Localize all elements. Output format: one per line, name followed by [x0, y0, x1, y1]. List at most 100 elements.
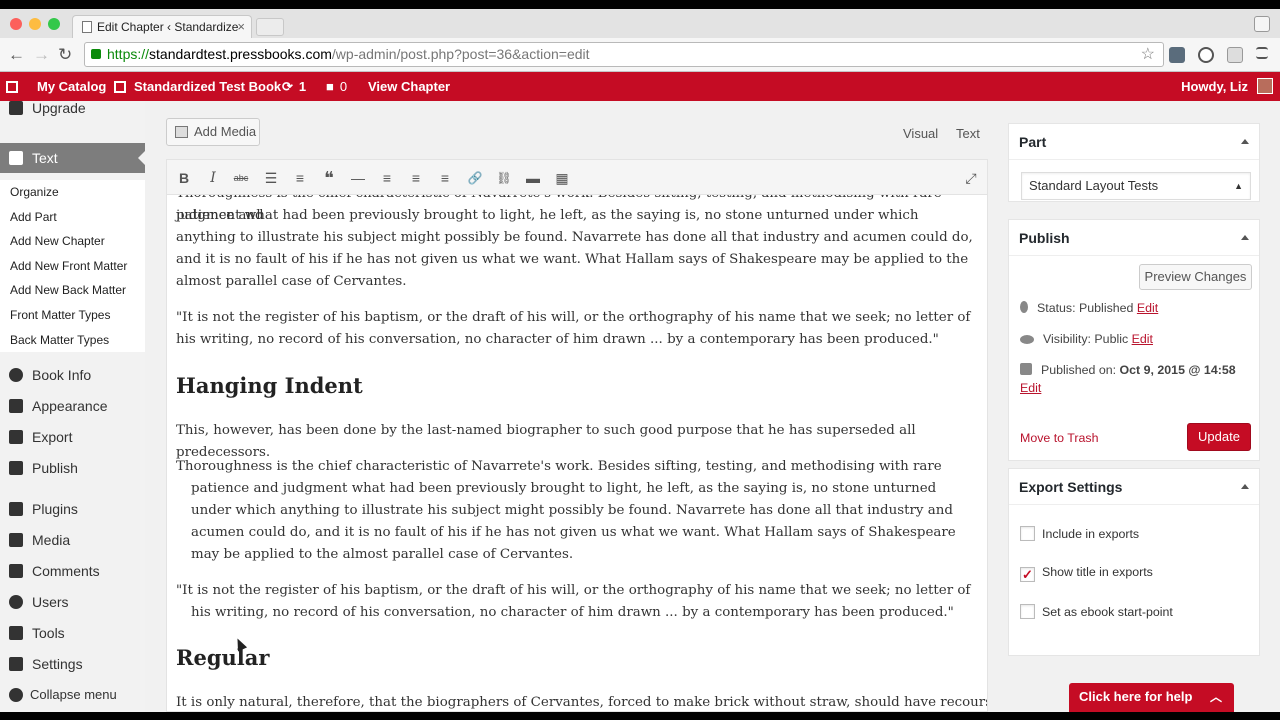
comment-icon: ■	[326, 79, 334, 94]
paragraph: judgment what had been previously brough…	[176, 208, 973, 289]
fullscreen-icon[interactable]: ⤢	[961, 168, 981, 188]
sidebar-item-comments[interactable]: Comments	[0, 556, 145, 586]
wp-logo-icon[interactable]	[6, 72, 26, 101]
editor-content[interactable]: Thoroughness is the chief characteristic…	[166, 195, 988, 712]
add-media-button[interactable]: Add Media	[166, 118, 260, 146]
part-select[interactable]: Standard Layout Tests ▲	[1021, 172, 1251, 200]
new-tab-button[interactable]	[256, 18, 284, 36]
menu-icon[interactable]	[1256, 47, 1268, 59]
extension-circle-icon[interactable]	[1198, 47, 1214, 63]
browser-toolbar: ← → ↻ https://standardtest.pressbooks.co…	[0, 38, 1280, 72]
sidebar-item-tools[interactable]: Tools	[0, 618, 145, 648]
close-window-icon[interactable]	[10, 18, 22, 30]
collapse-arrow-icon[interactable]	[1241, 139, 1249, 144]
edit-status-link[interactable]: Edit	[1137, 301, 1158, 315]
sidebar-item-text[interactable]: Text	[0, 143, 145, 173]
sidebar-item-upgrade[interactable]: Upgrade	[0, 101, 145, 117]
select-arrows-icon: ▲	[1234, 181, 1243, 191]
profile-icon[interactable]	[1254, 16, 1270, 32]
sidebar-item-plugins[interactable]: Plugins	[0, 494, 145, 524]
back-arrow-icon[interactable]: ←	[8, 45, 25, 65]
admin-sidebar: Upgrade Text Organize Add Part Add New C…	[0, 101, 145, 712]
remove-link-button[interactable]: ⛓	[494, 168, 514, 188]
include-in-exports-checkbox[interactable]	[1020, 526, 1035, 541]
book-icon	[114, 81, 126, 93]
move-to-trash-link[interactable]: Move to Trash	[1020, 431, 1099, 445]
plugin-icon	[9, 502, 23, 516]
published-label: Published on:	[1041, 363, 1120, 377]
preview-changes-button[interactable]: Preview Changes	[1139, 264, 1252, 290]
view-chapter-link[interactable]: View Chapter	[368, 72, 450, 101]
extension-square-icon[interactable]	[1227, 47, 1243, 63]
help-label: Click here for help	[1079, 689, 1193, 704]
update-button[interactable]: Update	[1187, 423, 1251, 451]
sidebar-item-settings[interactable]: Settings	[0, 649, 145, 679]
extension-icon[interactable]	[1169, 47, 1185, 63]
bullet-list-button[interactable]: ☰	[261, 168, 281, 188]
sidebar-item-users[interactable]: Users	[0, 587, 145, 617]
tab-visual[interactable]: Visual	[903, 126, 938, 141]
submenu-organize[interactable]: Organize	[0, 180, 145, 205]
export-settings-header[interactable]: Export Settings	[1009, 469, 1259, 505]
collapse-arrow-icon[interactable]	[1241, 235, 1249, 240]
edit-visibility-link[interactable]: Edit	[1132, 332, 1153, 346]
minimize-window-icon[interactable]	[29, 18, 41, 30]
sidebar-item-media[interactable]: Media	[0, 525, 145, 555]
italic-button[interactable]: I	[203, 168, 223, 188]
include-in-exports-option[interactable]: Include in exports	[1020, 526, 1139, 541]
my-catalog-link[interactable]: My Catalog	[37, 72, 106, 101]
reload-icon[interactable]: ↻	[58, 45, 72, 65]
read-more-button[interactable]: ▬	[523, 168, 543, 188]
submenu-front-matter-types[interactable]: Front Matter Types	[0, 303, 145, 328]
sidebar-item-book-info[interactable]: Book Info	[0, 360, 145, 390]
show-title-option[interactable]: ✓ Show title in exports	[1020, 565, 1153, 582]
submenu-add-new-back-matter[interactable]: Add New Back Matter	[0, 278, 145, 303]
insert-link-button[interactable]: 🔗	[465, 168, 485, 188]
blockquote-button[interactable]: ❝	[319, 168, 339, 188]
submenu-add-part[interactable]: Add Part	[0, 205, 145, 230]
maximize-window-icon[interactable]	[48, 18, 60, 30]
edit-date-link[interactable]: Edit	[1020, 381, 1041, 395]
part-box-header[interactable]: Part	[1009, 124, 1259, 160]
horizontal-line-button[interactable]: —	[348, 168, 368, 188]
admin-bar: My Catalog Standardized Test Book ⟳ 1 ■ 0 …	[0, 72, 1280, 101]
strikethrough-button[interactable]: abc	[231, 168, 251, 188]
export-settings-box: Export Settings Include in exports ✓ Show…	[1008, 468, 1260, 656]
comments-link[interactable]: ■ 0	[326, 72, 347, 101]
collapse-arrow-icon[interactable]	[1241, 484, 1249, 489]
align-right-button[interactable]: ≡	[435, 168, 455, 188]
sidebar-item-appearance[interactable]: Appearance	[0, 391, 145, 421]
submenu-add-new-chapter[interactable]: Add New Chapter	[0, 229, 145, 254]
toolbar-toggle-button[interactable]: ▦	[552, 168, 572, 188]
numbered-list-button[interactable]: ≡	[290, 168, 310, 188]
sidebar-item-export[interactable]: Export	[0, 422, 145, 452]
sidebar-item-publish[interactable]: Publish	[0, 453, 145, 483]
ebook-start-point-checkbox[interactable]	[1020, 604, 1035, 619]
ebook-start-point-label: Set as ebook start-point	[1042, 605, 1173, 619]
avatar[interactable]	[1257, 78, 1273, 94]
book-link[interactable]: Standardized Test Book	[114, 72, 281, 101]
show-title-checkbox[interactable]: ✓	[1020, 567, 1035, 582]
updates-link[interactable]: ⟳ 1	[282, 72, 306, 101]
calendar-icon	[1020, 363, 1032, 375]
submenu-add-new-front-matter[interactable]: Add New Front Matter	[0, 254, 145, 279]
address-bar[interactable]: https://standardtest.pressbooks.com/wp-a…	[84, 42, 1164, 67]
bookmark-star-icon[interactable]: ☆	[1141, 43, 1155, 66]
browser-tab[interactable]: Edit Chapter ‹ Standardize ×	[72, 15, 252, 38]
align-center-button[interactable]: ≡	[406, 168, 426, 188]
align-left-button[interactable]: ≡	[377, 168, 397, 188]
submenu-back-matter-types[interactable]: Back Matter Types	[0, 328, 145, 353]
forward-arrow-icon[interactable]: →	[33, 45, 50, 65]
export-settings-title: Export Settings	[1019, 479, 1123, 495]
ebook-start-point-option[interactable]: Set as ebook start-point	[1020, 604, 1173, 619]
publish-box-header[interactable]: Publish	[1009, 220, 1259, 256]
pin-icon	[1020, 301, 1028, 313]
howdy-user-link[interactable]: Howdy, Liz	[1181, 72, 1248, 101]
collapse-menu-button[interactable]: Collapse menu	[0, 680, 145, 710]
comments-count: 0	[339, 79, 348, 94]
tab-text[interactable]: Text	[956, 126, 980, 141]
brush-icon	[9, 399, 23, 413]
help-button[interactable]: Click here for help ︿	[1069, 683, 1234, 712]
bold-button[interactable]: B	[174, 168, 194, 188]
tab-close-icon[interactable]: ×	[237, 16, 245, 38]
